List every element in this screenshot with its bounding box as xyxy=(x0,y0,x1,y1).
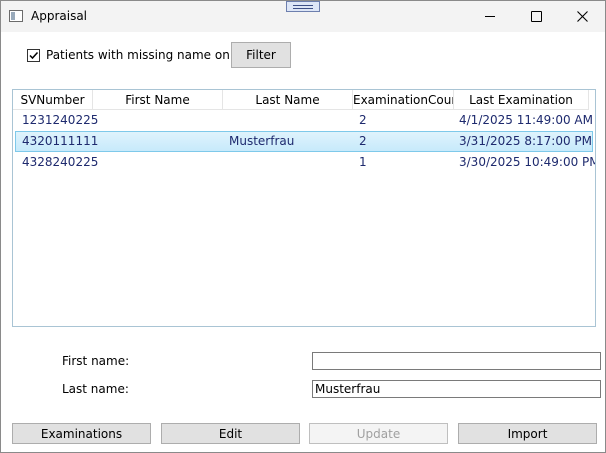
update-button[interactable]: Update xyxy=(309,423,448,444)
cell-last-examination: 4/1/2025 11:49:00 AM xyxy=(459,113,593,127)
maximize-icon[interactable] xyxy=(513,1,559,32)
window-title: Appraisal xyxy=(31,9,88,23)
cell-svnumber: 4328240225 xyxy=(22,155,99,169)
cell-examination-count: 2 xyxy=(359,113,367,127)
cell-last-examination: 3/30/2025 10:49:00 PM xyxy=(459,155,596,169)
last-name-label: Last name: xyxy=(62,382,129,396)
appraisal-window: Appraisal Patients with missing name onl… xyxy=(0,0,606,453)
column-header-last-name[interactable]: Last Name xyxy=(223,90,353,110)
examinations-button[interactable]: Examinations xyxy=(12,423,151,444)
missing-name-checkbox[interactable] xyxy=(27,48,40,62)
cell-last-examination: 3/31/2025 8:17:00 PM xyxy=(459,134,593,148)
import-button[interactable]: Import xyxy=(458,423,597,444)
checkmark-icon xyxy=(29,51,39,59)
cell-last-name: Musterfrau xyxy=(229,134,295,148)
table-row[interactable]: 1231240225 2 4/1/2025 11:49:00 AM xyxy=(15,110,593,131)
patient-list[interactable]: SVNumber First Name Last Name Examinatio… xyxy=(12,89,596,327)
last-name-field[interactable]: Musterfrau xyxy=(312,380,601,398)
column-header-svnumber[interactable]: SVNumber xyxy=(13,90,93,110)
missing-name-filter[interactable]: Patients with missing name only xyxy=(27,46,240,64)
minimize-icon[interactable] xyxy=(467,1,513,32)
cell-svnumber: 1231240225 xyxy=(22,113,99,127)
table-row-selected[interactable]: 4320111111 Musterfrau 2 3/31/2025 8:17:0… xyxy=(15,131,593,152)
drag-grip-handle[interactable] xyxy=(286,1,320,12)
title-bar[interactable]: Appraisal xyxy=(1,1,605,32)
list-header: SVNumber First Name Last Name Examinatio… xyxy=(13,90,595,110)
missing-name-label: Patients with missing name only xyxy=(46,48,241,62)
edit-button[interactable]: Edit xyxy=(161,423,300,444)
close-icon[interactable] xyxy=(559,1,605,32)
table-row[interactable]: 4328240225 1 3/30/2025 10:49:00 PM xyxy=(15,152,596,173)
cell-examination-count: 2 xyxy=(359,134,367,148)
first-name-field[interactable] xyxy=(312,352,601,370)
column-header-last-examination[interactable]: Last Examination xyxy=(454,90,589,110)
column-header-examination-count[interactable]: ExaminationCount xyxy=(353,90,454,110)
app-window-icon xyxy=(9,10,23,22)
column-header-first-name[interactable]: First Name xyxy=(93,90,223,110)
cell-examination-count: 1 xyxy=(359,155,367,169)
cell-svnumber: 4320111111 xyxy=(22,134,99,148)
filter-button[interactable]: Filter xyxy=(231,42,291,68)
first-name-label: First name: xyxy=(62,354,130,368)
